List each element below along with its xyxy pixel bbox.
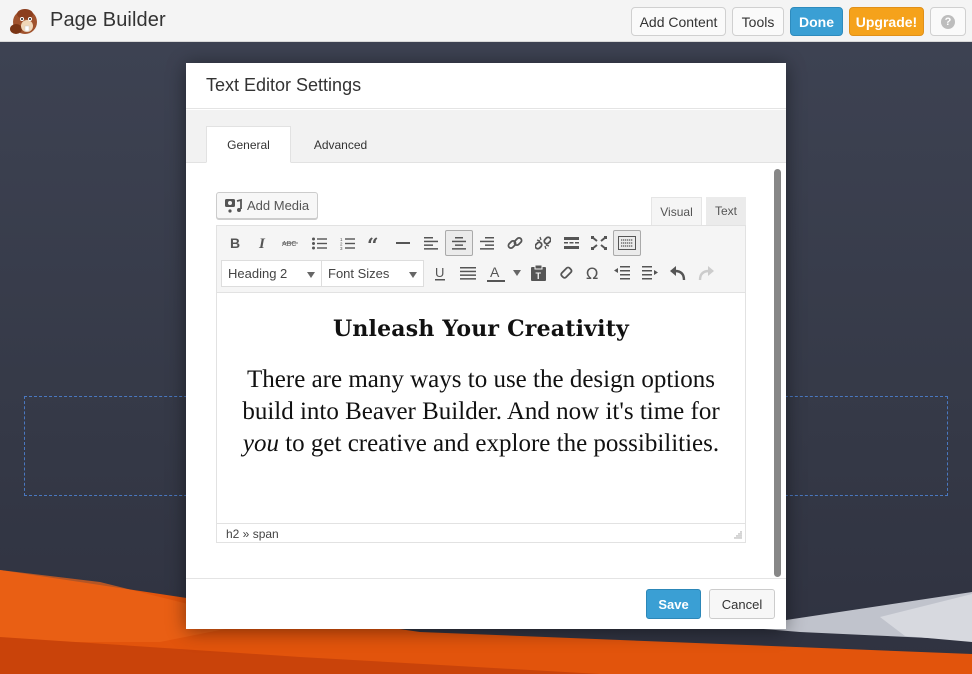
format-select-value: Heading 2 — [228, 265, 288, 281]
unlink-icon[interactable] — [529, 230, 557, 256]
done-button[interactable]: Done — [790, 7, 843, 36]
tools-button[interactable]: Tools — [732, 7, 784, 36]
beaver-logo-icon — [10, 9, 37, 34]
link-icon[interactable] — [501, 230, 529, 256]
svg-text:B: B — [230, 236, 240, 250]
undo-icon[interactable] — [664, 260, 692, 286]
modal-header: Text Editor Settings — [186, 63, 786, 109]
text-color-icon[interactable]: A — [482, 260, 510, 286]
element-path: h2 » span — [226, 527, 279, 541]
paragraph-emphasis: you — [242, 430, 279, 457]
svg-text:3: 3 — [340, 246, 343, 250]
content-heading: Unleash Your Creativity — [332, 316, 630, 342]
element-path-statusbar: h2 » span — [217, 523, 745, 542]
question-circle-icon: ? — [941, 14, 955, 29]
chevron-down-icon — [409, 271, 417, 278]
paragraph-text: There are many ways to use the design op… — [242, 366, 720, 425]
settings-tabs: General Advanced — [186, 110, 786, 163]
add-media-button[interactable]: Add Media — [216, 192, 318, 219]
tab-visual[interactable]: Visual — [651, 197, 702, 225]
modal-footer: Save Cancel — [186, 578, 786, 629]
app-title: Page Builder — [50, 9, 166, 31]
paste-as-text-icon[interactable]: T — [524, 260, 552, 286]
modal-title: Text Editor Settings — [206, 75, 362, 95]
help-button[interactable]: ? — [930, 7, 966, 36]
numbered-list-icon[interactable]: 123 — [333, 230, 361, 256]
add-media-label: Add Media — [247, 198, 310, 213]
fullscreen-icon[interactable] — [585, 230, 613, 256]
toolbar-toggle-icon[interactable] — [613, 230, 641, 256]
underline-icon[interactable]: U — [426, 260, 454, 286]
media-icon — [225, 198, 242, 213]
toolbar-row-1: B I ABC 123 “ — [221, 229, 641, 257]
strikethrough-icon[interactable]: ABC — [277, 230, 305, 256]
align-center-icon[interactable] — [445, 230, 473, 256]
redo-icon[interactable] — [692, 260, 720, 286]
special-character-icon[interactable]: Ω — [580, 260, 608, 286]
align-left-icon[interactable] — [417, 230, 445, 256]
editor-content-area[interactable]: Unleash Your Creativity There are many w… — [217, 294, 745, 522]
save-button[interactable]: Save — [646, 589, 701, 619]
align-right-icon[interactable] — [473, 230, 501, 256]
svg-text:“: “ — [367, 237, 379, 249]
toolbar-row-2: Heading 2 Font Sizes U A T Ω — [221, 259, 720, 287]
svg-text:T: T — [535, 271, 541, 281]
rich-text-editor: B I ABC 123 “ Heading 2 Font Sizes U A T… — [216, 225, 746, 543]
svg-text:ABC: ABC — [282, 241, 296, 248]
outdent-icon[interactable] — [608, 260, 636, 286]
content-paragraph: There are many ways to use the design op… — [237, 364, 725, 460]
text-editor-settings-modal: Text Editor Settings General Advanced Ad… — [186, 63, 786, 629]
resize-handle-icon[interactable] — [734, 531, 742, 539]
builder-topbar: Page Builder Add Content Tools Done Upgr… — [0, 0, 972, 42]
indent-icon[interactable] — [636, 260, 664, 286]
editor-toolbar: B I ABC 123 “ Heading 2 Font Sizes U A T… — [217, 226, 745, 293]
read-more-icon[interactable] — [557, 230, 585, 256]
clear-formatting-icon[interactable] — [552, 260, 580, 286]
paragraph-text-end: to get creative and explore the possibil… — [278, 430, 720, 457]
chevron-down-icon — [307, 271, 315, 278]
tab-general[interactable]: General — [206, 126, 291, 163]
color-dropdown-icon[interactable] — [510, 260, 524, 286]
upgrade-button[interactable]: Upgrade! — [849, 7, 924, 36]
svg-text:I: I — [258, 236, 266, 250]
modal-body: Add Media Visual Text B I ABC 123 “ Head… — [186, 163, 786, 578]
cancel-button[interactable]: Cancel — [709, 589, 775, 619]
blockquote-icon[interactable]: “ — [361, 230, 389, 256]
bold-icon[interactable]: B — [221, 230, 249, 256]
italic-icon[interactable]: I — [249, 230, 277, 256]
modal-scrollbar[interactable] — [774, 169, 781, 577]
svg-text:U: U — [435, 266, 444, 280]
justify-icon[interactable] — [454, 260, 482, 286]
format-select[interactable]: Heading 2 — [221, 259, 322, 287]
horizontal-line-icon[interactable] — [389, 230, 417, 256]
svg-text:A: A — [490, 265, 500, 280]
tab-text[interactable]: Text — [706, 197, 746, 225]
bulleted-list-icon[interactable] — [305, 230, 333, 256]
font-size-select[interactable]: Font Sizes — [322, 259, 424, 287]
svg-text:Ω: Ω — [586, 265, 598, 281]
font-size-select-value: Font Sizes — [328, 265, 390, 281]
tab-advanced[interactable]: Advanced — [298, 126, 383, 163]
add-content-button[interactable]: Add Content — [631, 7, 726, 36]
